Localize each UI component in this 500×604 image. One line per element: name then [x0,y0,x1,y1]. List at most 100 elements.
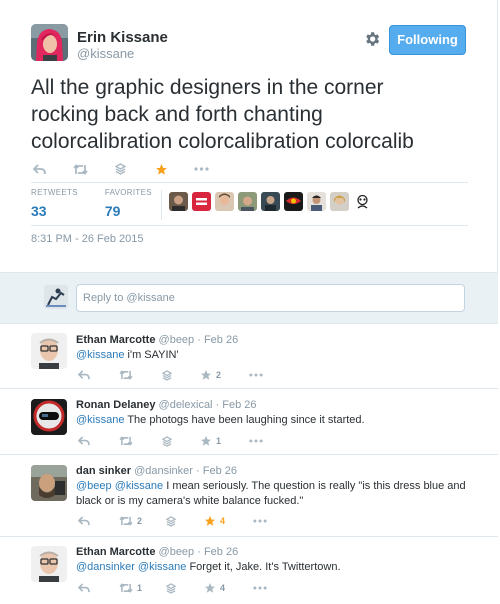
reply-icon[interactable] [78,370,90,380]
stack-icon[interactable] [162,435,172,447]
retweet-icon[interactable]: 2 [119,516,142,526]
avatar[interactable] [31,465,67,501]
more-icon[interactable] [249,373,263,377]
avatar[interactable] [284,192,303,211]
reply-icon[interactable] [33,163,46,175]
author-name[interactable]: Erin Kissane [77,29,168,46]
favorite-count: 4 [220,583,226,593]
more-icon[interactable] [249,439,263,443]
author-handle[interactable]: @kissane [77,46,168,61]
avatar[interactable] [261,192,280,211]
favorite-star-icon[interactable]: 4 [204,515,225,527]
favorite-star-icon[interactable]: 2 [200,369,221,381]
reply-author-name[interactable]: Ethan Marcotte [76,546,155,558]
tweet-permalink: Erin Kissane @kissane Following All the … [0,0,498,604]
reply-icon[interactable] [78,583,90,593]
reply-header: dan sinker @dansinker · Feb 26 [76,465,237,477]
reply-icon[interactable] [78,516,90,526]
reply-text: @kissane i'm SAYIN' [76,348,476,363]
reply-placeholder-mention: @kissane [126,292,175,304]
stack-icon[interactable] [166,515,177,527]
mention-link[interactable]: @kissane [76,414,124,426]
favoriters-avatars [169,192,376,211]
stack-icon[interactable] [115,163,126,175]
reply-actions: 1 4 [78,581,267,595]
avatar[interactable] [353,192,372,211]
reply-text: @kissane The photogs have been laughing … [76,413,476,428]
reply-icon[interactable] [78,436,90,446]
reply-author-handle[interactable]: @beep [159,334,195,346]
reply-author-name[interactable]: dan sinker [76,465,131,477]
reply-text: @beep @kissane I mean seriously. The que… [76,479,476,509]
retweet-icon[interactable]: 1 [119,583,142,593]
reply-tweet[interactable]: Ronan Delaney @delexical · Feb 26 @kissa… [0,389,498,455]
reply-tweet[interactable]: Ethan Marcotte @beep · Feb 26 @kissane i… [0,324,498,389]
favorite-star-icon[interactable]: 4 [204,582,225,594]
retweet-icon[interactable] [73,163,88,175]
reply-tweet[interactable]: Ethan Marcotte @beep · Feb 26 @dansinker… [0,537,498,604]
reply-date[interactable]: · Feb 26 [196,465,237,477]
favorite-count: 4 [220,516,226,526]
retweet-icon[interactable] [119,436,133,446]
avatar[interactable] [238,192,257,211]
favorite-star-icon[interactable]: 1 [200,435,221,447]
reply-actions: 1 [78,434,263,448]
tweet-text: All the graphic designers in the corner … [31,74,471,155]
avatar[interactable] [307,192,326,211]
avatar[interactable] [31,546,67,582]
reply-body: I mean seriously. The question is really… [163,480,466,492]
favorites-label: FAVORITES [104,188,152,197]
divider [31,182,468,183]
settings-gear-icon[interactable] [363,30,381,48]
reply-actions: 2 [78,368,263,382]
avatar[interactable] [215,192,234,211]
more-icon[interactable] [194,167,209,171]
reply-composer: Reply to @kissane [0,272,498,324]
retweets-label: RETWEETS [31,188,78,197]
avatar[interactable] [169,192,188,211]
avatar[interactable] [330,192,349,211]
retweets-stat[interactable]: RETWEETS 33 [31,188,78,219]
retweet-count: 1 [137,583,143,593]
favorite-star-icon[interactable] [155,163,168,176]
avatar[interactable] [31,399,67,435]
avatar[interactable] [192,192,211,211]
reply-date[interactable]: · Feb 26 [216,399,257,411]
avatar[interactable] [31,333,67,369]
mention-link[interactable]: @dansinker @kissane [76,561,186,573]
tweet-timestamp[interactable]: 8:31 PM - 26 Feb 2015 [31,233,144,245]
current-user-avatar [44,285,68,309]
tweet-text-line: All the graphic designers in the corner [31,76,384,99]
tweet-text-line: rocking back and forth chanting [31,103,323,126]
reply-date[interactable]: · Feb 26 [197,546,238,558]
mention-link[interactable]: @kissane [76,349,124,361]
favorites-count: 79 [104,203,121,219]
reply-tweet[interactable]: dan sinker @dansinker · Feb 26 @beep @ki… [0,455,498,537]
mention-link[interactable]: @beep @kissane [76,480,163,492]
retweet-icon[interactable] [119,370,133,380]
reply-author-name[interactable]: Ronan Delaney [76,399,155,411]
more-icon[interactable] [253,586,267,590]
retweet-count: 2 [137,516,143,526]
stats-separator [161,190,162,220]
reply-date[interactable]: · Feb 26 [197,334,238,346]
reply-input[interactable]: Reply to @kissane [76,284,465,312]
divider [31,225,468,226]
reply-actions: 2 4 [78,514,267,528]
reply-body: Forget it, Jake. It's Twittertown. [186,561,341,573]
tweet-actions [33,161,209,177]
author-avatar[interactable] [31,24,68,61]
more-icon[interactable] [253,519,267,523]
reply-author-handle[interactable]: @beep [159,546,195,558]
tweet-author[interactable]: Erin Kissane @kissane [31,24,168,61]
reply-header: Ethan Marcotte @beep · Feb 26 [76,546,238,558]
retweets-count: 33 [31,203,47,219]
reply-author-handle[interactable]: @delexical [159,399,213,411]
following-button[interactable]: Following [389,25,466,55]
stack-icon[interactable] [162,369,172,381]
reply-body: black or is my camera's white balance fu… [76,495,304,507]
reply-author-name[interactable]: Ethan Marcotte [76,334,155,346]
favorites-stat[interactable]: FAVORITES 79 [105,188,152,219]
stack-icon[interactable] [166,582,177,594]
reply-author-handle[interactable]: @dansinker [134,465,193,477]
